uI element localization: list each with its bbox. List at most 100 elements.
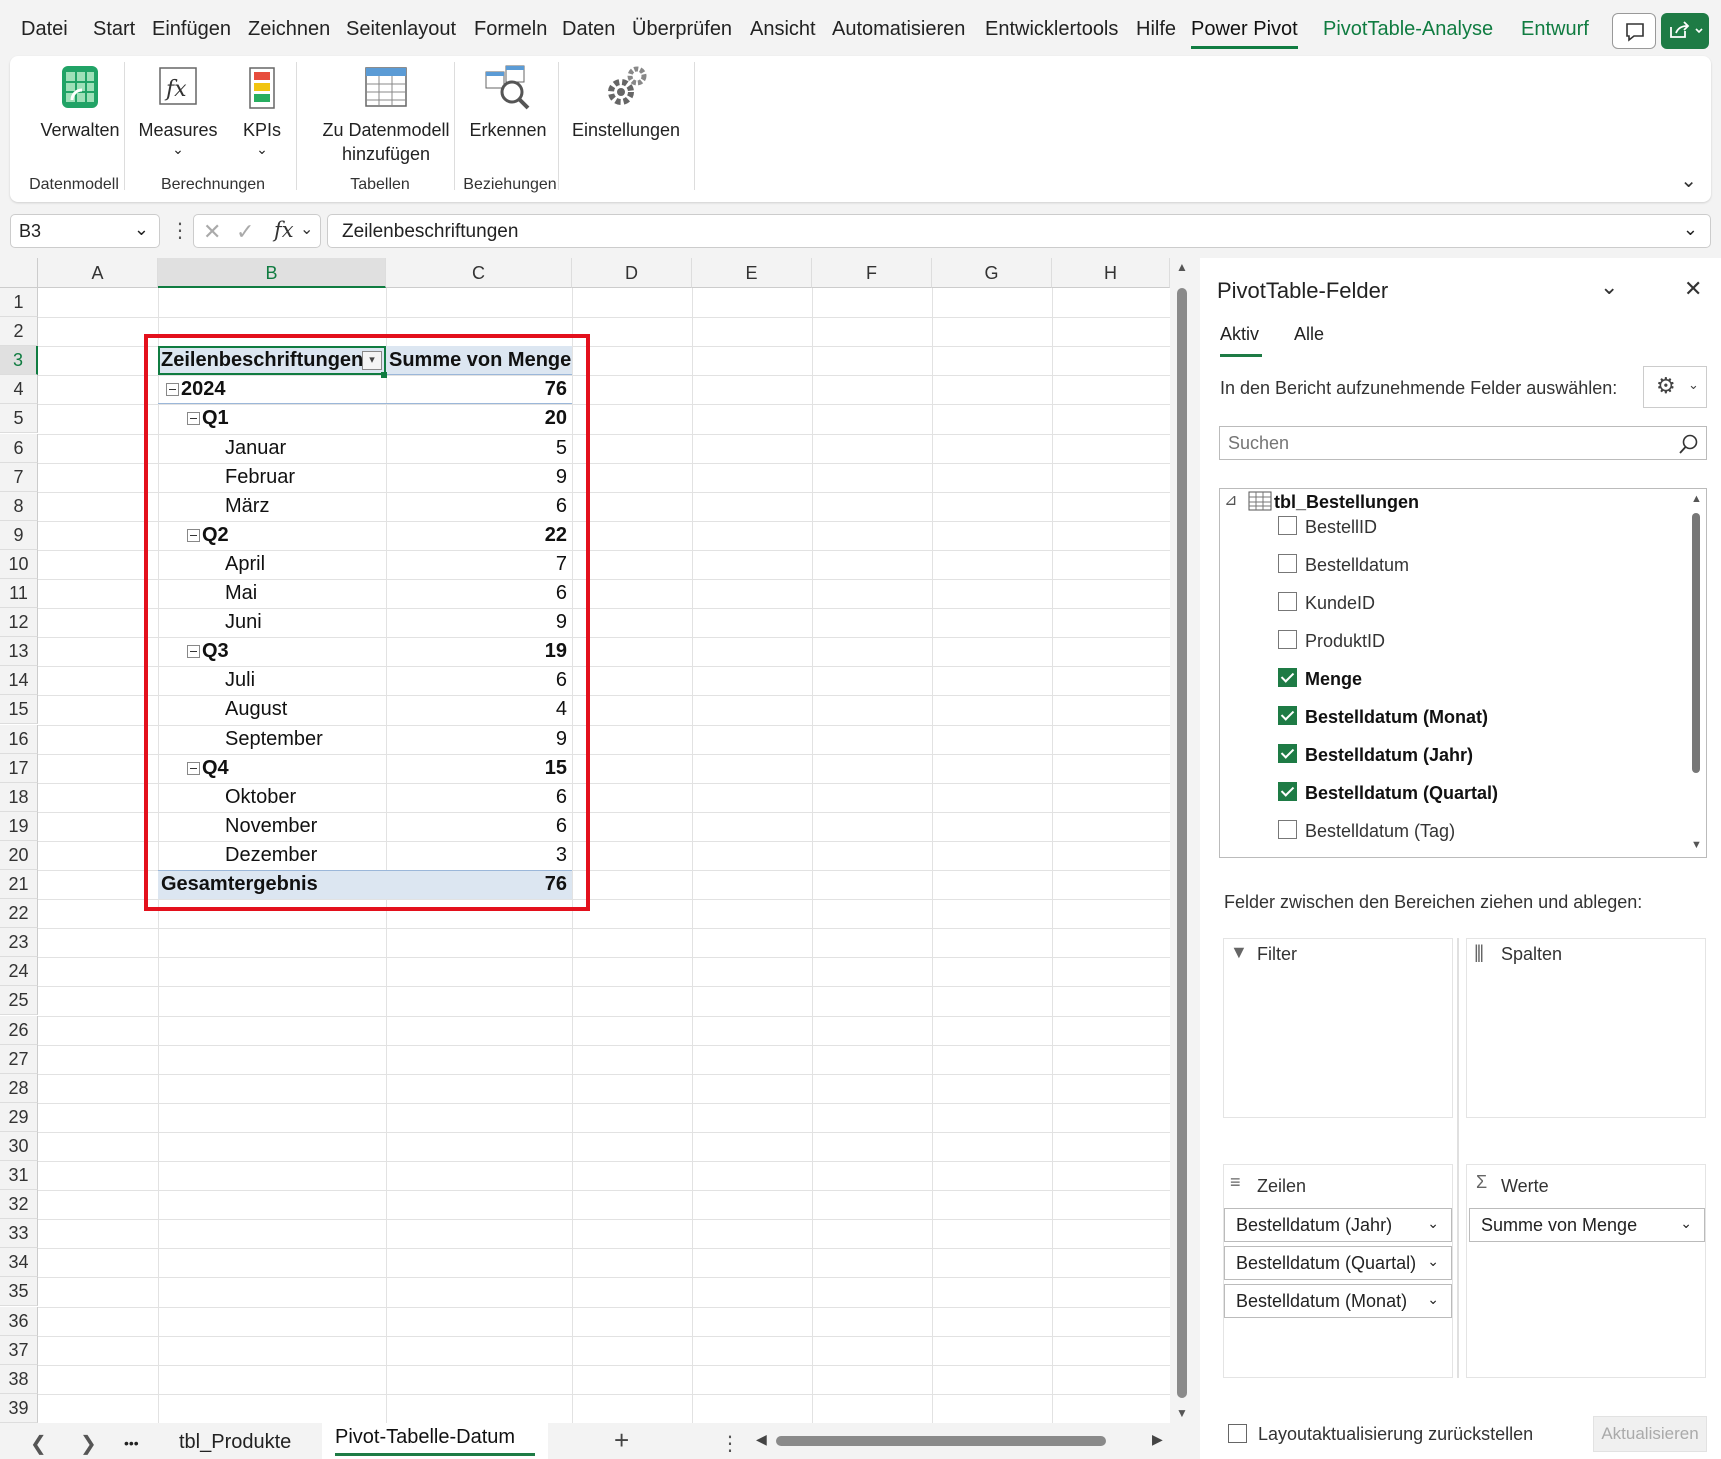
formula-input[interactable]: Zeilenbeschriftungen ⌄ [327, 214, 1711, 248]
row-header-9[interactable]: 9 [0, 520, 38, 550]
row-header-10[interactable]: 10 [0, 549, 38, 579]
row-header-3[interactable]: 3 [0, 346, 38, 376]
row-header-25[interactable]: 25 [0, 986, 38, 1016]
tab-entwurf[interactable]: Entwurf [1521, 18, 1589, 41]
collapse-toggle-icon[interactable] [187, 645, 200, 659]
scroll-down-icon[interactable]: ▼ [1176, 1406, 1188, 1420]
row-header-13[interactable]: 13 [0, 637, 38, 667]
pivot-row-label[interactable]: Q3 [202, 637, 229, 666]
row-header-17[interactable]: 17 [0, 753, 38, 783]
horizontal-scrollbar[interactable]: ◀ ▶ [752, 1431, 1172, 1451]
field-checkbox-6[interactable] [1278, 744, 1297, 763]
tab-ueberpruefen[interactable]: Überprüfen [632, 18, 732, 41]
share-button[interactable] [1661, 13, 1709, 49]
scroll-down-icon[interactable]: ▼ [1691, 839, 1702, 851]
row-header-38[interactable]: 38 [0, 1364, 38, 1394]
collapse-toggle-icon[interactable] [187, 761, 200, 775]
tab-automatisieren[interactable]: Automatisieren [832, 18, 965, 41]
sheet-tab-tbl-produkte[interactable]: tbl_Produkte [179, 1431, 291, 1454]
row-header-29[interactable]: 29 [0, 1102, 38, 1132]
measures-button[interactable]: fx Measures ⌄ [130, 62, 226, 156]
column-header-a[interactable]: A [38, 258, 158, 288]
fill-handle[interactable] [381, 372, 387, 379]
field-checkbox-8[interactable] [1278, 820, 1297, 839]
tab-zeichnen[interactable]: Zeichnen [248, 18, 330, 41]
field-checkbox-3[interactable] [1278, 630, 1297, 649]
scrollbar-thumb[interactable] [776, 1436, 1106, 1446]
row-header-23[interactable]: 23 [0, 928, 38, 958]
row-header-20[interactable]: 20 [0, 840, 38, 870]
tab-hilfe[interactable]: Hilfe [1136, 18, 1176, 41]
columns-area[interactable] [1466, 938, 1706, 1118]
row-header-21[interactable]: 21 [0, 870, 38, 900]
update-button[interactable]: Aktualisieren [1593, 1416, 1707, 1452]
row-header-12[interactable]: 12 [0, 608, 38, 638]
tab-datei[interactable]: Datei [21, 18, 68, 41]
collapse-table-icon[interactable]: ⊿ [1224, 490, 1237, 510]
value-field-summe[interactable]: Summe von Menge ⌄ [1469, 1208, 1705, 1242]
row-header-5[interactable]: 5 [0, 404, 38, 434]
add-sheet-button[interactable]: + [614, 1425, 629, 1456]
field-search[interactable] [1219, 426, 1707, 460]
tools-button[interactable]: ⚙ ⌄ [1643, 366, 1707, 408]
column-header-e[interactable]: E [692, 258, 812, 288]
scroll-right-icon[interactable]: ▶ [1152, 1431, 1163, 1448]
tab-formeln[interactable]: Formeln [474, 18, 547, 41]
row-header-39[interactable]: 39 [0, 1393, 38, 1423]
column-header-c[interactable]: C [386, 258, 572, 288]
tab-seitenlayout[interactable]: Seitenlayout [346, 18, 456, 41]
tab-power-pivot[interactable]: Power Pivot [1191, 18, 1298, 49]
more-sheets-icon[interactable]: ••• [124, 1435, 139, 1451]
row-header-16[interactable]: 16 [0, 724, 38, 754]
filter-dropdown-button[interactable]: ▾ [362, 351, 382, 371]
scrollbar-thumb[interactable] [1692, 513, 1700, 773]
row-header-30[interactable]: 30 [0, 1131, 38, 1161]
close-icon[interactable]: ✕ [1684, 276, 1702, 302]
tab-einfuegen[interactable]: Einfügen [152, 18, 231, 41]
tab-alle[interactable]: Alle [1294, 324, 1324, 345]
collapse-toggle-icon[interactable] [166, 383, 179, 397]
row-header-15[interactable]: 15 [0, 695, 38, 725]
row-header-26[interactable]: 26 [0, 1015, 38, 1045]
add-to-data-model-button[interactable]: Zu Datenmodell hinzufügen [306, 62, 466, 166]
row-field-monat[interactable]: Bestelldatum (Monat) ⌄ [1224, 1284, 1452, 1318]
row-header-6[interactable]: 6 [0, 433, 38, 463]
select-all-corner[interactable] [0, 258, 38, 288]
next-sheet-icon[interactable]: ❯ [80, 1431, 97, 1456]
pivot-row-label[interactable]: Q4 [202, 754, 229, 783]
pivot-row-label[interactable]: Q2 [202, 521, 229, 550]
confirm-icon[interactable]: ✓ [236, 219, 254, 245]
kpis-button[interactable]: KPIs ⌄ [230, 62, 294, 156]
row-header-4[interactable]: 4 [0, 375, 38, 405]
erkennen-button[interactable]: Erkennen [462, 62, 554, 142]
expand-formula-icon[interactable]: ⌄ [1683, 219, 1698, 240]
sheet-tab-pivot-tabelle-datum[interactable]: Pivot-Tabelle-Datum [322, 1423, 548, 1459]
einstellungen-button[interactable]: Einstellungen [566, 62, 686, 142]
field-checkbox-5[interactable] [1278, 706, 1297, 725]
row-header-34[interactable]: 34 [0, 1248, 38, 1278]
pivot-row-label[interactable]: 2024 [181, 375, 226, 404]
cancel-icon[interactable]: ✕ [203, 219, 221, 245]
field-list-scrollbar[interactable]: ▲ ▼ [1686, 489, 1706, 857]
tab-entwicklertools[interactable]: Entwicklertools [985, 18, 1118, 41]
row-header-24[interactable]: 24 [0, 957, 38, 987]
row-header-11[interactable]: 11 [0, 579, 38, 609]
comment-button[interactable] [1612, 13, 1656, 49]
row-header-2[interactable]: 2 [0, 317, 38, 347]
filter-area[interactable] [1223, 938, 1453, 1118]
scroll-up-icon[interactable]: ▲ [1691, 493, 1702, 505]
field-checkbox-2[interactable] [1278, 592, 1297, 611]
scroll-up-icon[interactable]: ▲ [1176, 260, 1188, 274]
row-field-jahr[interactable]: Bestelldatum (Jahr) ⌄ [1224, 1208, 1452, 1242]
more-options-icon[interactable]: ⋮ [720, 1431, 740, 1456]
collapse-toggle-icon[interactable] [187, 412, 200, 426]
tab-ansicht[interactable]: Ansicht [750, 18, 816, 41]
field-checkbox-4[interactable] [1278, 668, 1297, 687]
row-header-18[interactable]: 18 [0, 782, 38, 812]
column-header-h[interactable]: H [1052, 258, 1170, 288]
column-header-d[interactable]: D [572, 258, 692, 288]
row-header-14[interactable]: 14 [0, 666, 38, 696]
row-header-35[interactable]: 35 [0, 1277, 38, 1307]
insert-function-icon[interactable]: fx [274, 218, 294, 242]
tab-aktiv[interactable]: Aktiv [1220, 324, 1259, 345]
